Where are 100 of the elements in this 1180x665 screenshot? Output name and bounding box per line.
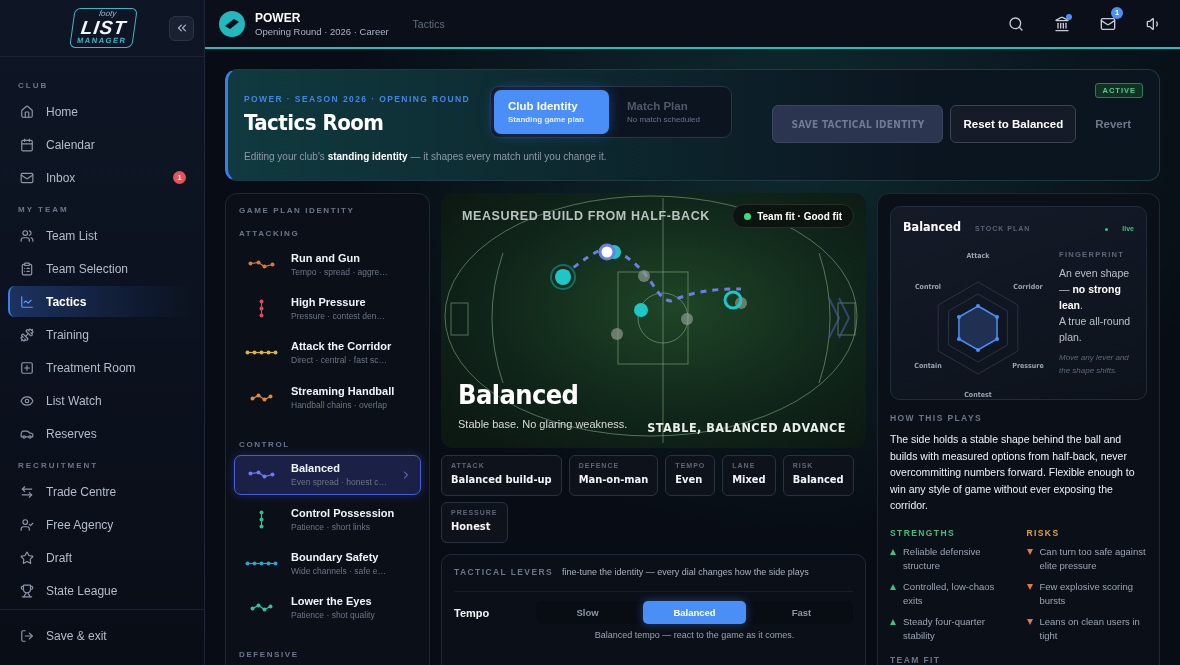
nav-section-title: MY TEAM <box>17 204 70 216</box>
lever-option[interactable]: Fast <box>750 601 853 624</box>
plan-item[interactable]: Control Possession Patience · short links <box>234 498 421 540</box>
plan-item[interactable]: Lower the Eyes Patience · shot quality <box>234 587 421 628</box>
strength-item: Steady four-quarter stability <box>903 614 986 643</box>
down-triangle-icon <box>1026 548 1033 555</box>
strength-item: Reliable defensive structure <box>903 544 982 573</box>
user-check-icon <box>20 517 34 532</box>
section-title: TEAM FIT <box>890 654 942 665</box>
calendar-icon <box>20 137 34 152</box>
group-title: ATTACKING <box>238 229 301 238</box>
team-fit-label: Team fit · Good fit <box>757 210 842 222</box>
page-title: Tactics Room <box>244 110 385 135</box>
live-dot <box>1105 228 1109 231</box>
dumbbell-icon <box>20 327 34 342</box>
nav-item[interactable]: State League <box>8 575 196 606</box>
count-badge: 1 <box>173 171 186 184</box>
revert-button[interactable]: Revert <box>1083 105 1143 143</box>
clipboard-icon <box>20 261 34 276</box>
club-subtitle: Opening Round · 2026 · Career <box>255 25 389 37</box>
nav-item[interactable]: Treatment Room <box>8 352 196 383</box>
hero-note: Editing your club's standing identity — it shapes every match until you change it. <box>244 151 608 162</box>
down-triangle-icon <box>1026 583 1033 590</box>
exit-icon <box>20 628 34 643</box>
plan-item[interactable]: Run and Gun Tempo · spread · aggre… <box>234 244 421 285</box>
nav-section-title: CLUB <box>17 80 50 92</box>
trait-value: Mixed <box>732 473 766 486</box>
up-triangle-icon <box>890 548 896 555</box>
nav-item[interactable]: Reserves <box>8 418 196 449</box>
search-icon <box>1008 15 1024 32</box>
eye-icon <box>20 393 34 408</box>
nav-item[interactable]: Draft <box>8 542 196 573</box>
users-icon <box>20 228 34 243</box>
breadcrumb: Tactics <box>412 17 446 30</box>
nav-item[interactable]: Home <box>8 96 196 127</box>
trophy-icon <box>20 583 34 598</box>
club-name: POWER <box>255 10 302 25</box>
nav-item[interactable]: Free Agency <box>8 509 196 540</box>
strengths-title: STRENGTHS <box>890 527 957 538</box>
home-icon <box>20 104 34 119</box>
lever-option[interactable]: Slow <box>536 601 639 624</box>
logo-wordmark: LIST <box>79 18 128 38</box>
strength-item: Controlled, low-chaos exits <box>903 579 996 608</box>
pitch-title: MEASURED BUILD FROM HALF-BACK <box>462 209 710 223</box>
trait-value: Balanced <box>792 473 844 486</box>
section-title: HOW THIS PLAYS <box>890 413 984 423</box>
collapse-button[interactable] <box>169 15 194 41</box>
nav-item[interactable]: Trade Centre <box>8 476 196 507</box>
mail-icon <box>1100 15 1116 32</box>
plan-description: The side holds a stable shape behind the ball and builds with measured options from half-back, never overcommitting numbers forward. Flexible enough to win any style of game without ever exposing the corridor. <box>890 432 1136 513</box>
fingerprint-text: An even shape — no strong lean. <box>1059 266 1131 313</box>
lever-name: Tempo <box>454 606 491 619</box>
plan-motto: STABLE, BALANCED ADVANCE <box>647 420 846 435</box>
trait-value: Man-on-man <box>578 473 649 486</box>
risks-title: RISKS <box>1026 527 1061 538</box>
trait-value: Balanced build-up <box>451 473 552 486</box>
trait-value: Honest <box>451 520 492 533</box>
levers-title: TACTICAL LEVERS <box>454 567 554 577</box>
profile-name: Balanced <box>903 219 961 234</box>
risk-item: Leans on clean users in tight <box>1039 614 1141 643</box>
panel-title: GAME PLAN IDENTITY <box>238 206 356 215</box>
plus-icon <box>20 360 34 375</box>
plan-item[interactable]: Balanced Even spread · honest c… <box>234 454 421 495</box>
nav-section-title: RECRUITMENT <box>17 460 100 472</box>
plan-title: Balanced <box>458 379 579 410</box>
mail-icon <box>20 170 34 185</box>
down-triangle-icon <box>1026 618 1033 625</box>
plan-item[interactable]: High Pressure Pressure · contest den… <box>234 288 421 329</box>
logo-tagline: footy <box>98 10 117 19</box>
up-triangle-icon <box>890 583 896 590</box>
chart-icon <box>20 294 34 309</box>
nav-item[interactable]: List Watch <box>8 385 196 416</box>
nav-item[interactable]: Team List <box>8 220 196 251</box>
save-exit-link[interactable]: Save & exit <box>8 620 196 651</box>
plan-item[interactable]: Attack the Corridor Direct · central · fast sc… <box>234 332 421 374</box>
plan-item[interactable]: Streaming Handball Handball chains · overlap <box>234 377 421 418</box>
star-icon <box>20 550 34 565</box>
nav-item[interactable]: Calendar <box>8 129 196 160</box>
risk-item: Few explosive scoring bursts <box>1039 579 1134 608</box>
nav-item[interactable]: Training <box>8 319 196 350</box>
group-title: CONTROL <box>238 439 291 449</box>
plan-tagline: Stable base. No glaring weakness. <box>458 418 628 430</box>
club-crest-icon <box>219 10 245 37</box>
lever-note: Balanced tempo — react to the game as it comes. <box>594 630 795 640</box>
bank-icon <box>1054 15 1070 32</box>
nav-item[interactable]: Inbox 1 <box>8 162 196 193</box>
group-title: DEFENSIVE <box>238 650 300 659</box>
plan-item[interactable]: Boundary Safety Wide channels · safe e… <box>234 543 421 584</box>
up-triangle-icon <box>890 618 896 625</box>
levers-hint: fine-tune the identity — every dial changes how the side plays <box>562 567 809 577</box>
status-dot <box>744 212 752 220</box>
trait-value: Even <box>675 473 704 486</box>
nav-item[interactable]: Team Selection <box>8 253 196 284</box>
fingerprint-text: A true all-round plan. <box>1059 314 1132 345</box>
fingerprint-hint: Move any lever and the shape shifts. <box>1059 352 1130 377</box>
reset-button[interactable]: Reset to Balanced <box>950 105 1077 143</box>
mode-tab[interactable]: Match Plan No match scheduled <box>613 90 728 134</box>
hero-eyebrow: POWER · SEASON 2026 · OPENING ROUND <box>244 94 472 104</box>
risk-item: Can turn too safe against elite pressure <box>1039 544 1147 573</box>
swap-icon <box>20 484 34 499</box>
